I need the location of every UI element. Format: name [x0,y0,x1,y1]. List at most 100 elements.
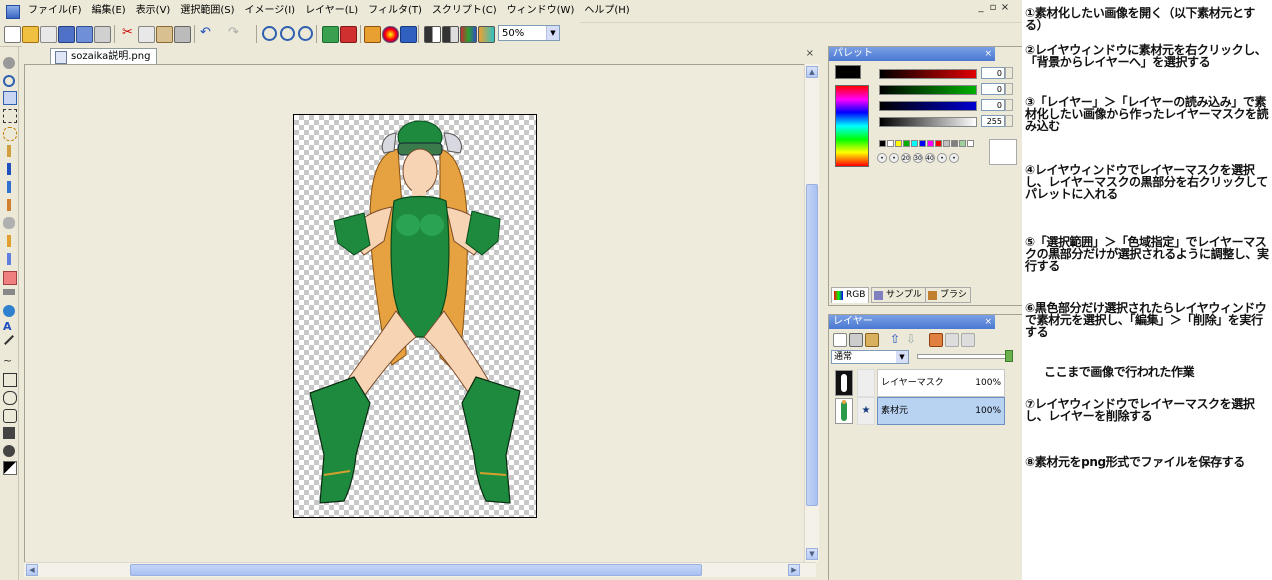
zoom-in-icon[interactable] [262,26,277,41]
move-selection-tool-icon[interactable] [3,91,17,105]
tab-rgb[interactable]: RGB [831,287,870,303]
move-layer-up-icon[interactable]: ⇧ [889,333,901,345]
filled-ellipse-tool-icon[interactable] [3,445,15,457]
color-swatch[interactable] [943,140,950,147]
preset-dot[interactable]: • [877,153,887,163]
green-slider[interactable] [879,85,977,95]
zoom-fit-icon[interactable] [298,26,313,41]
layer-properties-icon[interactable] [865,333,879,347]
text-tool-icon[interactable]: A [3,321,15,333]
crop-icon[interactable] [174,26,191,43]
horizontal-scrollbar[interactable]: ◀ ▶ [24,562,816,577]
blue-slider[interactable] [879,101,977,111]
color-swatch[interactable] [887,140,894,147]
rulers-icon[interactable] [478,26,495,43]
menu-view[interactable]: 表示(V) [131,0,176,22]
close-icon[interactable]: × [806,48,814,59]
layer-title-bar[interactable]: レイヤー × [829,315,995,329]
new-file-icon[interactable] [4,26,21,43]
curve-tool-icon[interactable]: ~ [3,355,15,367]
zoom-level-select[interactable]: 50% ▼ [498,25,560,41]
rectangle-tool-icon[interactable] [3,373,17,387]
colors-window-icon[interactable] [382,26,399,43]
image-view-icon[interactable] [322,26,339,43]
brush-tool-icon[interactable] [7,199,11,211]
green-spinner[interactable] [1005,83,1013,95]
color-swatch[interactable] [895,140,902,147]
ellipse-tool-icon[interactable] [3,391,17,405]
menu-edit[interactable]: 編集(E) [87,0,131,22]
color-swatch[interactable] [903,140,910,147]
color-swatch[interactable] [911,140,918,147]
red-spinner[interactable] [1005,67,1013,79]
image-canvas[interactable] [293,114,537,518]
red-value[interactable]: 0 [981,67,1005,79]
paintbrush-icon[interactable] [7,253,11,265]
lasso-tool-icon[interactable] [3,127,17,141]
new-layer-icon[interactable] [833,333,847,347]
menu-image[interactable]: イメージ(I) [240,0,301,22]
print-icon[interactable] [94,26,111,43]
magic-wand-icon[interactable] [7,145,11,157]
secondary-color-box[interactable] [989,139,1017,165]
paint-bucket-icon[interactable] [3,305,15,317]
blue-spinner[interactable] [1005,99,1013,111]
move-layer-down-icon[interactable]: ⇩ [905,333,917,345]
layer-opacity-slider[interactable] [917,354,1011,359]
active-layer-star-icon[interactable]: ★ [857,397,875,425]
color-swatch[interactable] [959,140,966,147]
preset-dot[interactable]: • [889,153,899,163]
menu-script[interactable]: スクリプト(C) [427,0,502,22]
history-window-icon[interactable] [400,26,417,43]
move-tool-icon[interactable] [7,163,11,175]
preset-dot[interactable]: 40 [925,153,935,163]
duplicate-layer-icon[interactable] [945,333,959,347]
minimize-button[interactable]: _ [975,2,987,13]
layer-visibility-toggle[interactable] [857,369,875,397]
menu-filter[interactable]: フィルタ(T) [363,0,427,22]
blend-mode-select[interactable]: 通常 ▼ [831,350,909,364]
eraser-tool-icon[interactable] [3,271,17,285]
scroll-down-arrow-icon[interactable]: ▼ [806,548,818,560]
color-picker-icon[interactable] [7,181,11,193]
color-swatch[interactable] [935,140,942,147]
rectangle-select-tool-icon[interactable] [3,109,17,123]
copy-icon[interactable] [138,26,155,43]
redo-icon[interactable]: ↷ [228,26,243,41]
layer-name-cell[interactable]: レイヤーマスク 100% [877,369,1005,397]
restore-button[interactable]: ▫ [987,2,999,13]
vertical-scroll-thumb[interactable] [806,184,818,506]
chevron-down-icon[interactable]: ▼ [546,26,559,40]
pencil-tool-icon[interactable] [7,235,11,247]
red-slider[interactable] [879,69,977,79]
menu-selection[interactable]: 選択範囲(S) [175,0,239,22]
delete-layer-icon[interactable] [849,333,863,347]
palette-title-bar[interactable]: パレット × [829,47,995,61]
open-folder-icon[interactable] [22,26,39,43]
color-swatch[interactable] [927,140,934,147]
scroll-up-arrow-icon[interactable]: ▲ [806,66,818,78]
tools-window-icon[interactable] [364,26,381,43]
menu-layer[interactable]: レイヤー(L) [300,0,363,22]
preset-dot[interactable]: • [949,153,959,163]
grid-icon[interactable] [442,26,459,43]
browse-icon[interactable] [40,26,57,43]
color-swatch[interactable] [919,140,926,147]
primary-secondary-color-icon[interactable] [3,461,17,475]
layer-row-source[interactable]: ★ 素材元 100% [833,397,1005,425]
palette-icon[interactable] [460,26,477,43]
zoom-out-icon[interactable] [280,26,295,41]
chevron-down-icon[interactable]: ▼ [896,351,908,363]
cut-icon[interactable]: ✂ [120,26,135,41]
vertical-scrollbar[interactable]: ▲ ▼ [804,64,819,562]
color-swatch[interactable] [879,140,886,147]
save-icon[interactable] [58,26,75,43]
undo-icon[interactable]: ↶ [200,26,215,41]
paste-icon[interactable] [156,26,173,43]
close-icon[interactable]: × [984,315,992,329]
alpha-value[interactable]: 255 [981,115,1005,127]
primary-color-swatch[interactable] [835,65,861,79]
tab-sample[interactable]: サンプル [871,287,926,303]
menu-help[interactable]: ヘルプ(H) [579,0,634,22]
document-tab[interactable]: sozaika説明.png [50,48,158,65]
